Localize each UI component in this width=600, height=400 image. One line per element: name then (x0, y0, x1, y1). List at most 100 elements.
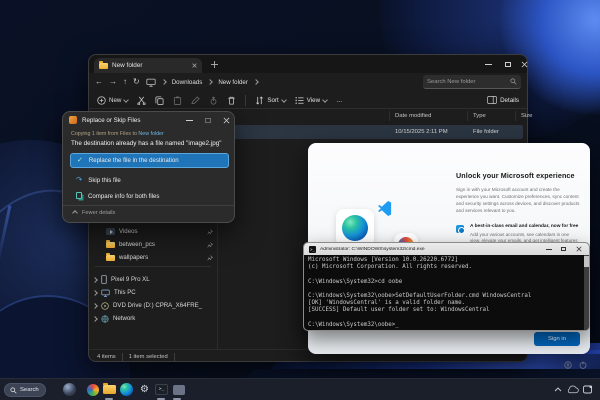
back-icon[interactable]: ← (95, 78, 103, 86)
cut-icon[interactable] (137, 96, 146, 105)
taskbar-terminal-icon[interactable]: >_ (154, 382, 169, 397)
dialog-subtitle: Copying 1 item from Files to New folder (71, 131, 164, 137)
taskbar-oobe-app-icon[interactable] (171, 382, 186, 397)
chevron-up-icon (72, 210, 78, 216)
sidebar-item-pixel-9-pro-xl[interactable]: Pixel 9 Pro XL (89, 273, 217, 286)
console-scrollbar-thumb[interactable] (584, 256, 589, 267)
dvd-disc-icon (101, 302, 109, 310)
breadcrumb-separator-icon (207, 79, 213, 85)
power-icon[interactable] (579, 361, 587, 369)
dialog-close-button[interactable] (219, 114, 233, 126)
sidebar-item-this-pc[interactable]: This PC (89, 286, 217, 299)
outlook-icon (456, 225, 464, 233)
sort-button[interactable]: Sort (255, 96, 285, 105)
tab-close-icon[interactable] (192, 63, 197, 68)
sidebar-item-network[interactable]: Network (89, 312, 217, 325)
column-header-size[interactable]: Size (521, 113, 532, 119)
explorer-toolbar: New Sort View … Details (89, 92, 527, 109)
replace-or-skip-dialog: Replace or Skip Files Copying 1 item fro… (62, 111, 235, 223)
cmd-title-bar[interactable]: >_ Administrator: C:\WINDOWS\system32\cm… (304, 243, 589, 255)
sidebar-item-videos[interactable]: Videos (89, 225, 217, 238)
expand-chevron-icon[interactable] (92, 303, 98, 309)
vscode-icon (378, 201, 392, 216)
refresh-icon[interactable]: ↻ (133, 78, 140, 86)
accessibility-icon[interactable] (564, 361, 572, 369)
delete-icon[interactable] (227, 96, 236, 105)
tray-status-icon[interactable] (583, 385, 593, 394)
taskbar-search[interactable]: Search (4, 383, 46, 397)
console-line: [SUCCESS] Default user folder set to: Wi… (308, 307, 580, 314)
breadcrumb-root-icon[interactable] (146, 78, 156, 87)
expand-chevron-icon[interactable] (92, 290, 98, 296)
pin-icon (207, 242, 213, 248)
up-icon[interactable]: ↑ (123, 78, 127, 86)
phone-icon (101, 275, 107, 284)
new-button[interactable]: New (97, 96, 128, 105)
console-line (308, 271, 580, 278)
explorer-tab[interactable]: New folder (94, 58, 202, 73)
copy-icon[interactable] (155, 96, 164, 105)
explorer-address-bar: ← → ↑ ↻ Downloads New folder (89, 73, 527, 91)
maximize-button[interactable] (501, 58, 515, 70)
breadcrumb-downloads[interactable]: Downloads (172, 79, 203, 86)
rename-icon[interactable] (191, 96, 200, 105)
taskbar-copilot-icon[interactable] (85, 382, 100, 397)
fewer-details-button[interactable]: Fewer details (73, 210, 115, 216)
view-button[interactable]: View (295, 96, 327, 105)
forward-icon[interactable]: → (109, 78, 117, 86)
taskbar: Search ⚙ >_ (0, 378, 600, 400)
console-line: C:\Windows\System32\oobe>_ (308, 322, 580, 329)
taskbar-file-explorer-icon[interactable] (102, 382, 117, 397)
explorer-tab-strip: New folder (89, 55, 527, 73)
expand-chevron-icon[interactable] (92, 277, 98, 283)
compare-files-option[interactable]: Compare info for both files (70, 190, 229, 202)
onedrive-cloud-icon[interactable] (566, 385, 579, 394)
console-line: [OK] 'WindowsCentral' is a valid folder … (308, 300, 580, 307)
status-item-count: 4 items (97, 354, 116, 360)
cmd-close-button[interactable] (573, 246, 584, 252)
search-icon (10, 387, 17, 394)
dialog-minimize-button[interactable] (182, 114, 196, 126)
edge-logo-icon (342, 215, 368, 241)
new-tab-icon[interactable] (211, 61, 218, 68)
search-box[interactable] (423, 75, 521, 89)
cmd-maximize-button[interactable] (558, 247, 569, 251)
sidebar-separator (95, 266, 211, 267)
paste-icon[interactable] (173, 96, 182, 105)
console-line: C:\Windows\System32>cd oobe (308, 279, 580, 286)
more-options-icon[interactable]: … (336, 97, 342, 104)
replace-file-option[interactable]: ✓ Replace the file in the destination (70, 153, 229, 168)
new-icon (97, 96, 106, 105)
this-pc-icon (101, 289, 110, 297)
oobe-body-text: Sign in with your Microsoft account and … (456, 187, 580, 215)
column-header-type[interactable]: Type (473, 113, 486, 119)
sign-in-button[interactable]: Sign in (534, 332, 580, 346)
skip-file-option[interactable]: ↷ Skip this file (70, 174, 229, 186)
sidebar-item-dvd-drive[interactable]: DVD Drive (D:) CPRA_X64FRE_ (89, 299, 217, 312)
search-input[interactable] (427, 79, 510, 85)
breadcrumb-new-folder[interactable]: New folder (218, 79, 248, 86)
taskbar-copilot-sphere-icon[interactable] (62, 382, 77, 397)
folder-icon (106, 255, 115, 261)
share-icon[interactable] (209, 96, 218, 105)
details-pane-button[interactable]: Details (487, 96, 519, 104)
tray-chevron-up-icon[interactable] (554, 387, 562, 392)
network-icon (101, 315, 109, 323)
taskbar-edge-icon[interactable] (119, 382, 134, 397)
dialog-divider (63, 205, 234, 206)
file-row-selected[interactable]: 10/15/2025 2:11 PM File folder (219, 125, 523, 139)
minimize-button[interactable] (481, 58, 495, 70)
dialog-title-bar: Replace or Skip Files (69, 116, 140, 124)
sidebar-item-between-pcs[interactable]: between_pcs (89, 238, 217, 251)
taskbar-settings-icon[interactable]: ⚙ (137, 382, 152, 397)
sidebar-item-wallpapers[interactable]: wallpapers (89, 251, 217, 264)
command-prompt-window: >_ Administrator: C:\WINDOWS\system32\cm… (303, 242, 590, 331)
cmd-minimize-button[interactable] (543, 249, 554, 250)
column-header-date-modified[interactable]: Date modified (395, 113, 431, 119)
dialog-message: The destination already has a file named… (71, 140, 221, 147)
console-line (308, 286, 580, 293)
tab-title: New folder (112, 62, 188, 69)
expand-chevron-icon[interactable] (92, 316, 98, 322)
console-output[interactable]: Microsoft Windows [Version 10.0.26220.67… (304, 255, 584, 330)
close-button[interactable] (517, 58, 531, 70)
